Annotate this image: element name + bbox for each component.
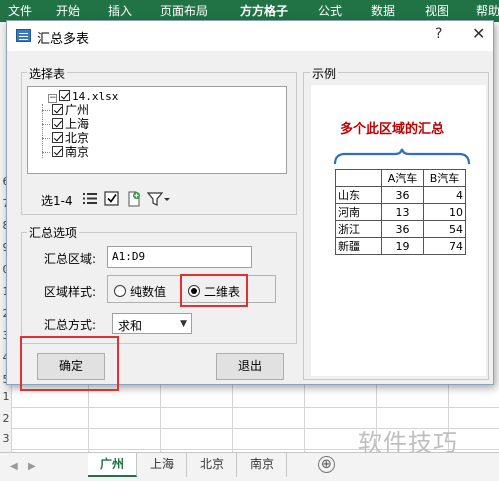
excel-ribbon: 文件 开始 插入 页面布局 方方格子 公式 数据 视图 帮助 <box>0 0 499 22</box>
range-input[interactable]: A1:D9 <box>107 246 252 268</box>
example-header-row: A汽车 B汽车 <box>335 169 466 187</box>
tree-connector <box>42 138 50 139</box>
select-range-label[interactable]: 选1-4 <box>41 192 73 209</box>
method-label: 汇总方式: <box>44 318 97 332</box>
example-cell: 36 <box>381 220 424 238</box>
example-cell: 新疆 <box>335 237 382 255</box>
row-number[interactable]: 2 <box>0 412 12 425</box>
checkbox-checked-icon[interactable] <box>52 146 63 157</box>
ribbon-tab-insert[interactable]: 插入 <box>108 2 132 19</box>
checkbox-checked-icon[interactable] <box>52 118 63 129</box>
example-cell: 74 <box>423 237 466 255</box>
checkbox-checked-icon[interactable] <box>52 132 63 143</box>
example-cell: 河南 <box>335 203 382 221</box>
checkbox-checked-icon[interactable] <box>59 90 70 101</box>
example-cell: 19 <box>381 237 424 255</box>
tree-item-guangzhou[interactable]: 广州 <box>52 104 89 118</box>
example-cell: 10 <box>423 203 466 221</box>
dialog-title: 汇总多表 <box>37 32 90 47</box>
grid-line <box>304 380 305 452</box>
example-cell: 36 <box>381 186 424 204</box>
tree-connector <box>42 104 43 158</box>
grid-line <box>12 407 499 408</box>
ribbon-tab-fangfang[interactable]: 方方格子 <box>240 2 288 19</box>
ribbon-tab-data[interactable]: 数据 <box>371 2 395 19</box>
range-label: 汇总区域: <box>44 252 97 266</box>
highlight-2d-table <box>180 274 248 307</box>
check-all-icon[interactable] <box>104 191 120 206</box>
add-sheet-icon[interactable]: ⊕ <box>318 456 335 473</box>
tree-root[interactable]: − 14.xlsx <box>48 90 118 104</box>
example-panel: 多个此区域的汇总 A汽车 B汽车 山东 36 4 河南 13 10 浙江 36 … <box>311 85 486 376</box>
method-select-value: 求和 <box>118 319 143 333</box>
example-cell: 54 <box>423 220 466 238</box>
row-number[interactable]: 1 <box>0 390 12 403</box>
sheet-tab-shanghai[interactable]: 上海 <box>138 453 188 477</box>
ribbon-tab-file[interactable]: 文件 <box>8 2 32 19</box>
dialog-titlebar[interactable]: 汇总多表 ? ✕ <box>7 21 493 51</box>
select-tables-group-label: 选择表 <box>27 65 68 82</box>
sheet-tab-beijing[interactable]: 北京 <box>188 453 238 477</box>
tree-root-label: 14.xlsx <box>72 90 119 103</box>
ribbon-tab-help[interactable]: 帮助 <box>476 2 499 19</box>
options-group-label: 汇总选项 <box>27 224 80 241</box>
tree-item-label: 上海 <box>65 117 90 131</box>
sheet-tab-bar: ◀ ▶ 广州 上海 北京 南京 ⊕ <box>0 452 499 481</box>
highlight-ok-button <box>20 336 119 391</box>
tree-item-label: 北京 <box>65 131 90 145</box>
sheet-nav-prev-icon[interactable]: ◀ <box>10 461 18 472</box>
list-icon[interactable] <box>82 191 98 206</box>
tree-connector <box>42 152 50 153</box>
example-row: 河南 13 10 <box>335 203 466 221</box>
tree-connector <box>42 110 50 111</box>
example-cell: 山东 <box>335 186 382 204</box>
collapse-icon[interactable]: − <box>48 94 57 103</box>
sheet-tab-nanjing[interactable]: 南京 <box>238 453 288 477</box>
example-title: 多个此区域的汇总 <box>340 122 445 137</box>
exit-button[interactable]: 退出 <box>216 353 284 380</box>
grid-line <box>160 380 161 452</box>
radio-plain-values-label[interactable]: 纯数值 <box>130 283 166 300</box>
example-table: A汽车 B汽车 山东 36 4 河南 13 10 浙江 36 54 新疆 19 … <box>335 169 466 255</box>
example-row: 新疆 19 74 <box>335 237 466 255</box>
tree-connector <box>42 124 50 125</box>
example-group-label: 示例 <box>310 65 339 82</box>
sheet-tree[interactable]: − 14.xlsx 广州 上海 北京 南京 <box>27 86 287 174</box>
filter-icon[interactable] <box>147 191 171 207</box>
example-header-cell: A汽车 <box>381 169 424 187</box>
grid-line <box>232 380 233 452</box>
example-cell: 4 <box>423 186 466 204</box>
example-row: 山东 36 4 <box>335 186 466 204</box>
sheet-tab-guangzhou[interactable]: 广州 <box>88 453 138 477</box>
row-number[interactable]: 3 <box>0 432 12 445</box>
example-header-cell <box>335 169 382 187</box>
radio-plain-values[interactable] <box>114 285 126 297</box>
add-file-icon[interactable] <box>126 191 142 207</box>
method-select[interactable]: 求和 ▼ <box>112 313 192 334</box>
example-cell: 浙江 <box>335 220 382 238</box>
app-icon <box>16 29 31 42</box>
help-button[interactable]: ? <box>435 26 442 42</box>
example-row: 浙江 36 54 <box>335 220 466 238</box>
tree-item-label: 广州 <box>65 103 90 117</box>
sheet-nav-next-icon[interactable]: ▶ <box>28 461 36 472</box>
tree-toolbar: 选1-4 <box>27 189 287 209</box>
example-cell: 13 <box>381 203 424 221</box>
style-label: 区域样式: <box>44 285 97 299</box>
brace-icon <box>333 148 471 165</box>
ribbon-tab-formulas[interactable]: 公式 <box>318 2 342 19</box>
tree-item-label: 南京 <box>65 145 90 159</box>
tree-item-nanjing[interactable]: 南京 <box>52 146 89 160</box>
ribbon-tab-home[interactable]: 开始 <box>56 2 80 19</box>
close-button[interactable]: ✕ <box>472 24 485 43</box>
tree-item-shanghai[interactable]: 上海 <box>52 118 89 132</box>
tree-item-beijing[interactable]: 北京 <box>52 132 89 146</box>
ribbon-tab-view[interactable]: 视图 <box>425 2 449 19</box>
chevron-down-icon[interactable]: ▼ <box>180 319 187 329</box>
example-header-cell: B汽车 <box>423 169 466 187</box>
ribbon-tab-layout[interactable]: 页面布局 <box>160 2 208 19</box>
checkbox-checked-icon[interactable] <box>52 104 63 115</box>
